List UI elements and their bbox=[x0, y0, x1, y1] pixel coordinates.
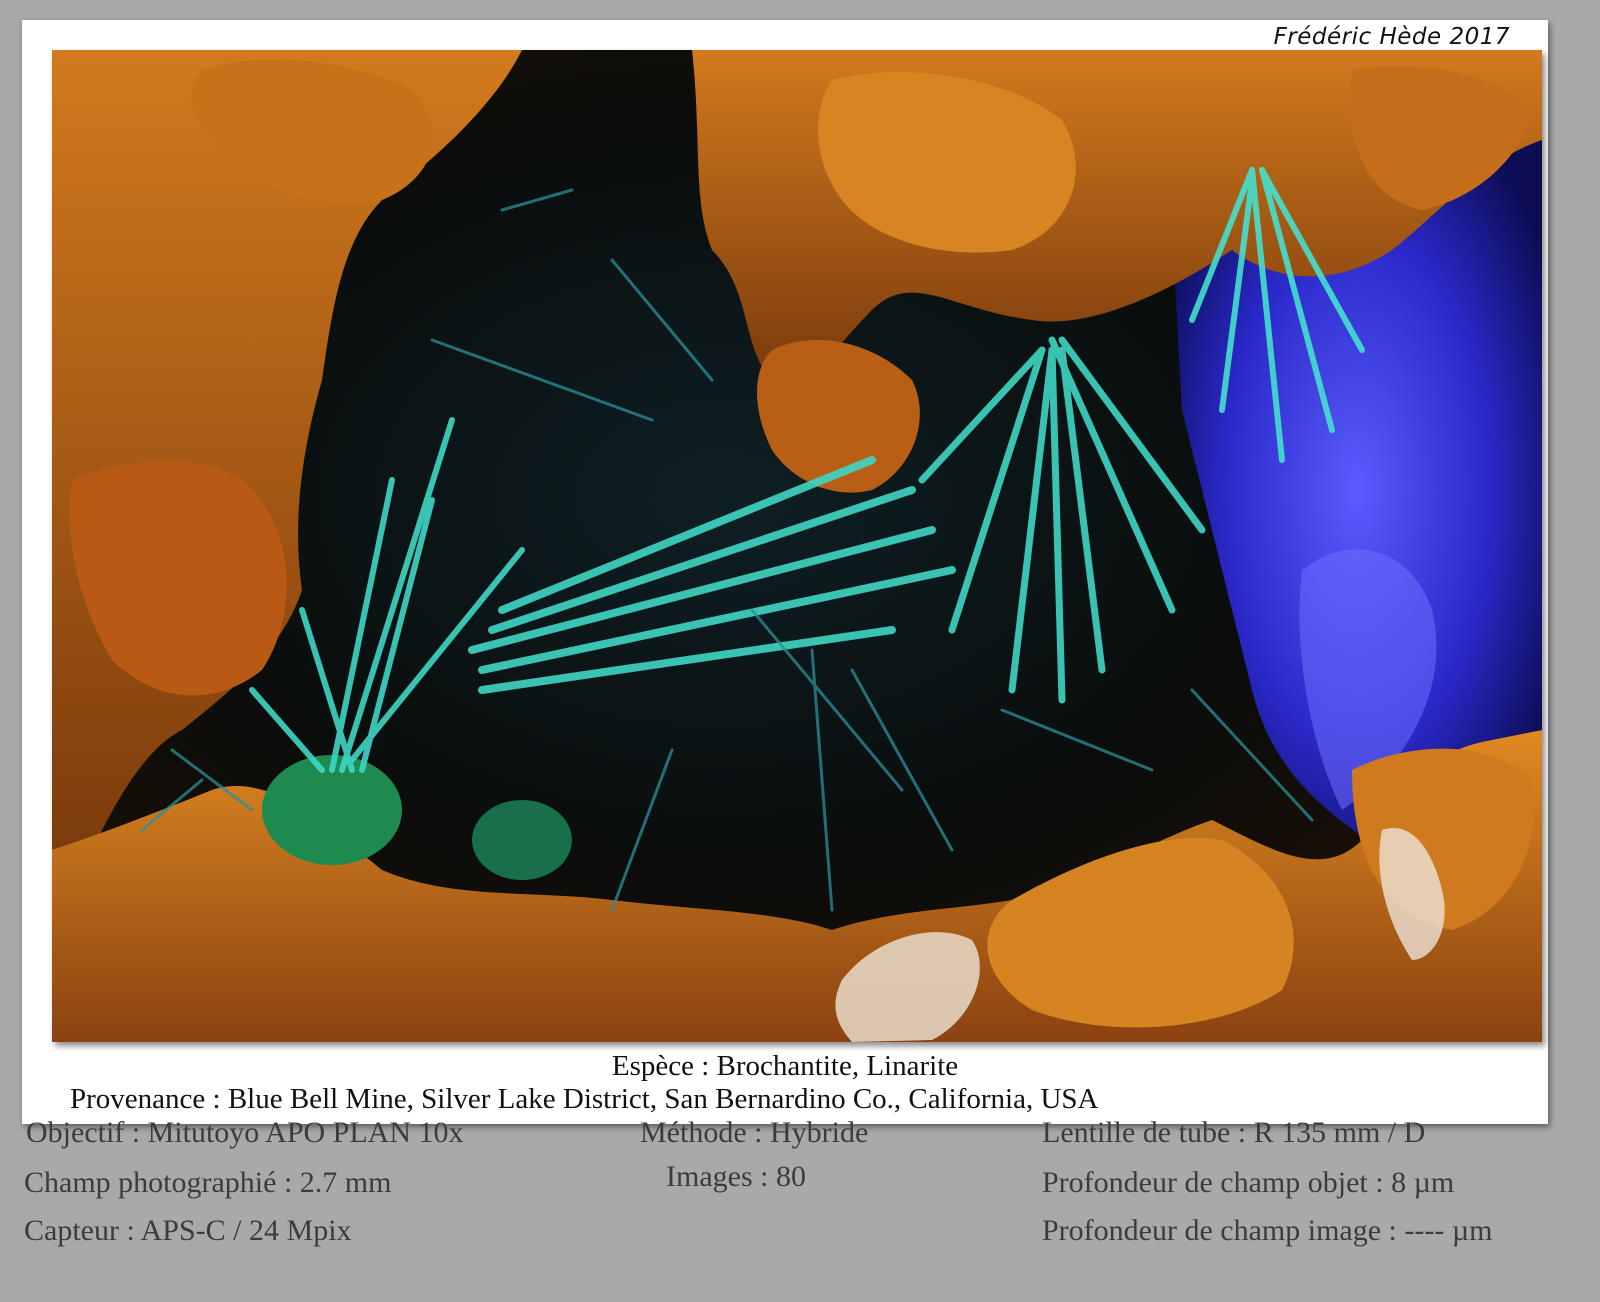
images-spec: Images : 80 bbox=[666, 1160, 806, 1193]
object-dof-spec: Profondeur de champ objet : 8 µm bbox=[1042, 1166, 1455, 1199]
tube-lens-spec: Lentille de tube : R 135 mm / D bbox=[1042, 1116, 1426, 1149]
photo-frame: Frédéric Hède 2017 Espèce: Brochantite,… bbox=[22, 20, 1548, 1124]
method-spec: Méthode : Hybride bbox=[640, 1116, 869, 1149]
mineral-photograph bbox=[52, 50, 1542, 1042]
objective-spec: Objectif : Mitutoyo APO PLAN 10x bbox=[26, 1116, 464, 1149]
sensor-spec: Capteur : APS-C / 24 Mpix bbox=[24, 1214, 352, 1247]
photographer-signature: Frédéric Hède 2017 bbox=[1273, 24, 1510, 50]
field-spec: Champ photographié : 2.7 mm bbox=[24, 1166, 392, 1199]
image-dof-spec: Profondeur de champ image : ---- µm bbox=[1042, 1214, 1493, 1247]
origin-caption: Provenance : Blue Bell Mine, Silver Lake… bbox=[70, 1083, 1099, 1115]
species-caption: Espèce : Brochantite, Linarite bbox=[611, 1050, 959, 1082]
